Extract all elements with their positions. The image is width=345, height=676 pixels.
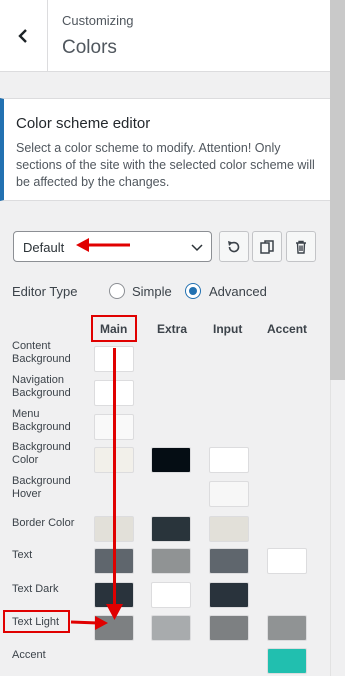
- color-swatch[interactable]: [151, 582, 191, 608]
- column-input: Input: [213, 322, 243, 336]
- color-swatch[interactable]: [267, 648, 307, 674]
- color-swatch[interactable]: [151, 447, 191, 473]
- annotation-box-main: [91, 315, 137, 342]
- delete-button[interactable]: [286, 231, 316, 262]
- color-swatch[interactable]: [209, 548, 249, 574]
- radio-advanced[interactable]: [185, 283, 201, 299]
- row-label: Accent: [12, 649, 46, 661]
- radio-advanced-label: Advanced: [209, 284, 267, 299]
- editor-type-label: Editor Type: [12, 284, 78, 299]
- color-swatch[interactable]: [209, 447, 249, 473]
- copy-button[interactable]: [252, 231, 282, 262]
- radio-simple[interactable]: [109, 283, 125, 299]
- description-title: Color scheme editor: [16, 115, 151, 132]
- chevron-down-icon: [191, 244, 203, 252]
- chevron-left-icon: [17, 29, 27, 43]
- selected-scheme: Default: [23, 240, 65, 255]
- scrollbar-thumb[interactable]: [330, 0, 345, 380]
- row-label: Text: [12, 549, 33, 561]
- color-swatch[interactable]: [151, 548, 191, 574]
- reset-icon: [228, 240, 240, 252]
- row-label: Navigation Background: [12, 374, 71, 399]
- annotation-arrow-down: [113, 348, 116, 606]
- breadcrumb: Customizing: [62, 13, 134, 28]
- color-swatch[interactable]: [209, 481, 249, 507]
- color-swatch[interactable]: [94, 615, 134, 641]
- color-swatch[interactable]: [209, 516, 249, 542]
- row-label: Menu Background: [12, 408, 71, 433]
- row-label: Border Color: [12, 517, 75, 529]
- panel-header: Customizing Colors: [0, 0, 330, 72]
- row-label: Background Hover: [12, 475, 71, 500]
- color-swatch[interactable]: [151, 516, 191, 542]
- page-title: Colors: [62, 37, 117, 58]
- color-swatch[interactable]: [267, 548, 307, 574]
- row-label: Text Dark: [12, 583, 59, 595]
- row-label: Content Background: [12, 340, 71, 365]
- column-accent: Accent: [267, 322, 308, 336]
- copy-icon: [260, 239, 274, 254]
- color-swatch[interactable]: [209, 615, 249, 641]
- color-swatch[interactable]: [267, 615, 307, 641]
- column-extra: Extra: [157, 322, 188, 336]
- annotation-arrow-left: [76, 238, 130, 252]
- description-text: Select a color scheme to modify. Attenti…: [16, 141, 315, 189]
- reset-button[interactable]: [219, 231, 249, 262]
- radio-simple-label: Simple: [132, 284, 172, 299]
- description-panel: Color scheme editor Select a color schem…: [0, 98, 330, 201]
- color-swatch[interactable]: [151, 615, 191, 641]
- row-label: Background Color: [12, 441, 71, 466]
- trash-icon: [296, 240, 306, 254]
- color-swatch[interactable]: [209, 582, 249, 608]
- back-button[interactable]: [0, 0, 48, 72]
- annotation-box-text-light: [3, 610, 70, 633]
